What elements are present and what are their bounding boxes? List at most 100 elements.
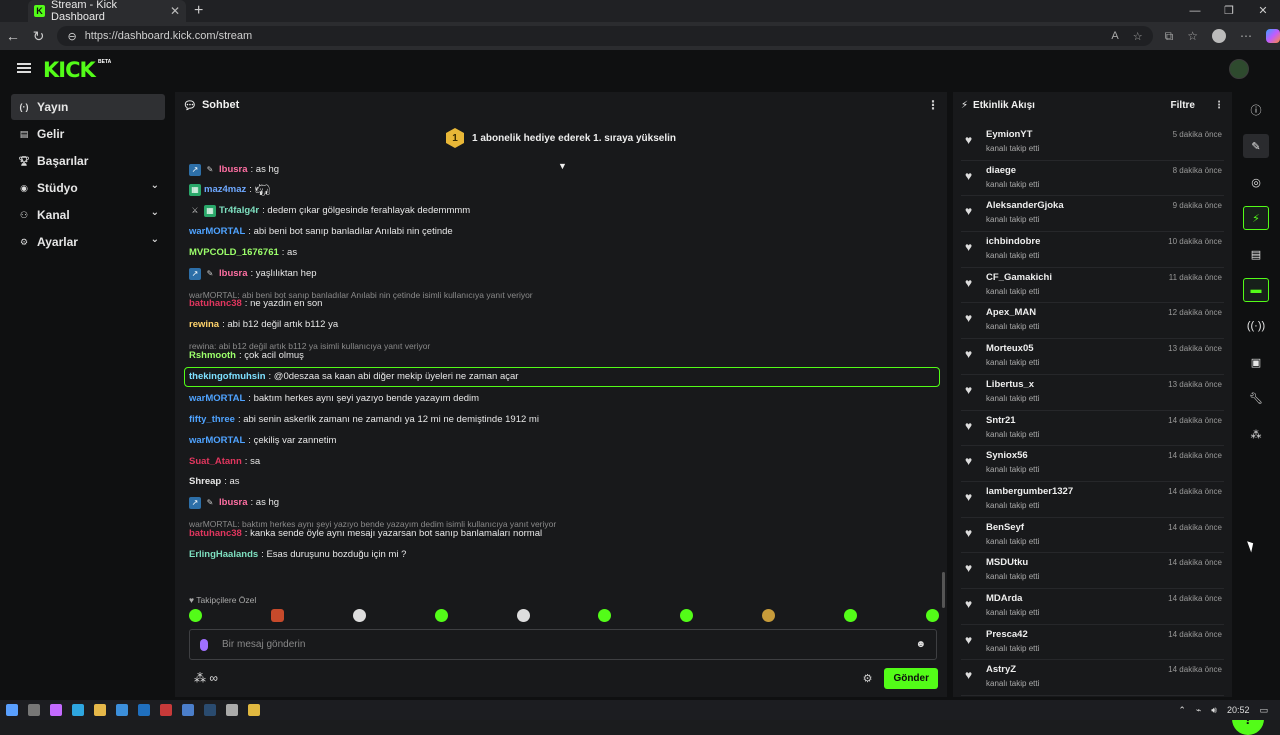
chat-message[interactable]: thekingofmuhsin: @0deszaa sa kaan abi di… <box>189 371 518 383</box>
start-icon[interactable] <box>6 704 18 716</box>
edit-icon[interactable]: ✎ <box>1243 134 1269 158</box>
event-username[interactable]: AstryZ <box>986 664 1016 675</box>
chevron-down-icon[interactable]: ⌄ <box>151 207 159 218</box>
chat-message[interactable]: batuhanc38: kanka sende öyle aynı mesajı… <box>189 528 542 540</box>
chat-message[interactable]: Shreap: as <box>189 476 240 488</box>
notifications-icon[interactable]: ▭ <box>1259 705 1268 716</box>
favorite-star-icon[interactable]: ☆ <box>1133 30 1143 43</box>
emote-icon[interactable] <box>844 609 857 622</box>
chat-message[interactable]: warMORTAL: abi beni bot sanıp banladılar… <box>189 226 453 238</box>
chat-username[interactable]: thekingofmuhsin <box>189 371 266 383</box>
activity-event[interactable]: ♥ Apex_MAN kanalı takip etti 12 dakika önce <box>961 303 1224 340</box>
file-explorer-icon[interactable] <box>94 704 106 716</box>
event-username[interactable]: BenSeyf <box>986 522 1024 533</box>
activity-lightning-icon[interactable]: ⚡︎ <box>1243 206 1269 230</box>
chat-message[interactable]: Suat_Atann: sa <box>189 456 260 468</box>
tray-arrow-icon[interactable]: ⌃ <box>1178 705 1186 716</box>
chat-message[interactable]: MVPCOLD_1676761: as <box>189 247 297 259</box>
broadcast-status-icon[interactable]: ((·)) <box>1243 314 1269 338</box>
edge-icon[interactable] <box>72 704 84 716</box>
emote-icon[interactable] <box>598 609 612 622</box>
activity-event[interactable]: ♥ AleksanderGjoka kanalı takip etti 9 dakik… <box>961 196 1224 233</box>
clock[interactable]: 20:52 <box>1227 705 1250 715</box>
sidebar-item-yayin[interactable]: (·) Yayın <box>11 94 165 120</box>
chat-message[interactable]: batuhanc38: ne yazdın en son <box>189 298 322 310</box>
chat-username[interactable]: ErlingHaalands <box>189 549 258 561</box>
event-username[interactable]: Apex_MAN <box>986 307 1036 318</box>
event-username[interactable]: Libertus_x <box>986 379 1034 390</box>
emote-icon[interactable] <box>762 609 776 622</box>
chat-username[interactable]: fifty_three <box>189 414 235 426</box>
toolbox-icon[interactable]: ▣ <box>1243 350 1269 374</box>
chat-settings-icon[interactable]: ⚙ <box>863 672 873 685</box>
site-info-icon[interactable]: ⊖ <box>67 30 76 43</box>
activity-event[interactable]: ♥ MDArda kanalı takip etti 14 dakika önce <box>961 589 1224 625</box>
task-view-icon[interactable] <box>28 704 40 716</box>
chat-username[interactable]: warMORTAL <box>189 393 245 405</box>
kebab-menu-icon[interactable]: ⋮ <box>1214 100 1224 111</box>
minimize-icon[interactable]: — <box>1178 0 1212 22</box>
activity-event[interactable]: ♥ AstryZ kanalı takip etti 14 dakika önce <box>961 660 1224 696</box>
event-username[interactable]: MSDUtku <box>986 557 1028 568</box>
activity-event[interactable]: ♥ CF_Gamakichi kanalı takip etti 11 dakika … <box>961 268 1224 304</box>
refresh-icon[interactable]: ↻ <box>26 28 52 45</box>
chat-message[interactable]: ↗ ✎ lbusra: as hg <box>189 164 279 176</box>
volume-icon[interactable]: 🔊︎ <box>1211 705 1217 716</box>
restore-icon[interactable]: ❐ <box>1212 0 1246 22</box>
points-infinity-icon[interactable]: ⁂ ∞ <box>194 671 218 685</box>
chat-message[interactable]: ⚔ ▦ Tr4falg4r: dedem çıkar gölgesinde fera… <box>189 205 470 217</box>
chevron-down-icon[interactable]: ⌄ <box>151 180 159 191</box>
sidebar-item-basarilar[interactable]: 🏆︎ Başarılar <box>11 148 165 174</box>
chat-username[interactable]: Suat_Atann <box>189 456 242 468</box>
chat-message[interactable]: warMORTAL: çekiliş var zannetim <box>189 435 336 447</box>
chat-username[interactable]: warMORTAL <box>189 435 245 447</box>
event-username[interactable]: diaege <box>986 165 1016 176</box>
activity-event[interactable]: ♥ Presca42 kanalı takip etti 14 dakika önce <box>961 625 1224 661</box>
integrations-icon[interactable]: ⁂ <box>1243 422 1269 446</box>
app-icon[interactable] <box>226 704 238 716</box>
emote-icon[interactable] <box>925 609 939 622</box>
chat-username[interactable]: rewina <box>189 319 219 331</box>
emote-icon[interactable] <box>270 609 284 622</box>
favorites-icon[interactable]: ☆ <box>1187 29 1198 43</box>
kebab-menu-icon[interactable]: ⋮ <box>927 98 939 112</box>
event-username[interactable]: Syniox56 <box>986 450 1028 461</box>
activity-event[interactable]: ♥ ichbindobre kanalı takip etti 10 dakika ö… <box>961 232 1224 268</box>
emoji-picker-icon[interactable]: ☻ <box>915 639 926 650</box>
opera-icon[interactable] <box>160 704 172 716</box>
url-field[interactable]: ⊖ https://dashboard.kick.com/stream A ☆ <box>57 26 1153 46</box>
chat-username[interactable]: batuhanc38 <box>189 528 242 540</box>
info-icon[interactable]: ⓘ <box>1243 98 1269 122</box>
user-avatar[interactable] <box>1229 59 1249 79</box>
document-icon[interactable]: ▤ <box>1243 242 1269 266</box>
emote-icon[interactable] <box>680 609 694 622</box>
chat-username[interactable]: maz4maz <box>204 184 246 196</box>
activity-event[interactable]: ♥ MSDUtku kanalı takip etti 14 dakika önce <box>961 553 1224 589</box>
send-button[interactable]: Gönder <box>884 667 938 689</box>
chat-username[interactable]: MVPCOLD_1676761 <box>189 247 279 259</box>
event-username[interactable]: lambergumber1327 <box>986 486 1073 497</box>
activity-event[interactable]: ♥ EymionYT kanalı takip etti 5 dakika önce <box>961 125 1224 161</box>
sidebar-item-ayarlar[interactable]: ⚙ Ayarlar ⌄ <box>11 229 165 255</box>
chat-message[interactable]: ↗ ✎ lbusra: as hg <box>189 497 279 509</box>
chat-message[interactable]: Rshmooth: çok acil olmuş <box>189 350 304 362</box>
sidebar-item-gelir[interactable]: ▤ Gelir <box>11 121 165 147</box>
event-username[interactable]: AleksanderGjoka <box>986 200 1064 211</box>
emote-icon[interactable] <box>189 609 202 622</box>
chat-username[interactable]: lbusra <box>219 268 248 280</box>
filter-button[interactable]: Filtre <box>1171 100 1195 111</box>
network-icon[interactable]: ⌁ <box>1196 705 1201 716</box>
activity-event[interactable]: ♥ Sntr21 kanalı takip etti 14 dakika önce <box>961 411 1224 447</box>
wrench-icon[interactable]: 🔧︎ <box>1243 386 1269 410</box>
browser-menu-icon[interactable]: ⋯ <box>1240 29 1252 43</box>
activity-event[interactable]: ♥ Morteux05 kanalı takip etti 13 dakika önc… <box>961 339 1224 375</box>
chat-username[interactable]: lbusra <box>219 497 248 509</box>
copilot-task-icon[interactable] <box>50 704 62 716</box>
chevron-down-icon[interactable]: ⌄ <box>151 234 159 245</box>
event-username[interactable]: Presca42 <box>986 629 1028 640</box>
chat-message[interactable]: ↗ ✎ lbusra: yaşlılıktan hep <box>189 268 317 280</box>
camera-icon[interactable]: ◎ <box>1243 170 1269 194</box>
steam-icon[interactable] <box>204 704 216 716</box>
read-aloud-icon[interactable]: A <box>1111 30 1118 43</box>
chat-username[interactable]: batuhanc38 <box>189 298 242 310</box>
